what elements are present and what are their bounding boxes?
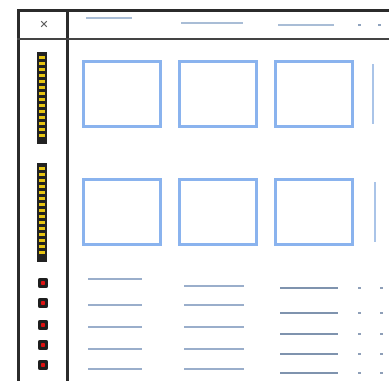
header-dot (378, 24, 381, 26)
strip-cell (39, 122, 45, 125)
header-column-1[interactable] (86, 17, 132, 19)
strip-cell (39, 185, 45, 188)
frame-top-border (17, 9, 389, 12)
list-item-name[interactable] (280, 372, 338, 374)
strip-cell (39, 245, 45, 248)
thumbnail-peek (372, 64, 374, 124)
list-item-name[interactable] (184, 368, 244, 370)
list-item-name[interactable] (184, 304, 244, 306)
indicator-light (41, 281, 45, 285)
strip-cell (39, 134, 45, 137)
strip-cell (39, 233, 45, 236)
list-item-name[interactable] (184, 348, 244, 350)
close-icon[interactable]: ✕ (37, 19, 51, 31)
list-item-name[interactable] (280, 312, 338, 314)
list-item-name[interactable] (184, 326, 244, 328)
header-column-2[interactable] (181, 22, 243, 24)
strip-cell (39, 203, 45, 206)
sidebar-control-2[interactable] (38, 298, 48, 308)
strip-cell (39, 128, 45, 131)
list-item-name[interactable] (88, 304, 142, 306)
list-item-name[interactable] (280, 287, 338, 289)
strip-cell (39, 86, 45, 89)
strip-cell (39, 179, 45, 182)
strip-cell (39, 227, 45, 230)
thumbnail[interactable] (274, 60, 354, 128)
strip-cell (39, 56, 45, 59)
strip-cell (39, 197, 45, 200)
strip-cell (39, 167, 45, 170)
header-dot (358, 24, 361, 26)
strip-cell (39, 209, 45, 212)
frame-left-border (17, 9, 20, 381)
thumbnail[interactable] (178, 60, 258, 128)
strip-cell (39, 191, 45, 194)
list-item-name[interactable] (88, 368, 142, 370)
list-item-name[interactable] (88, 326, 142, 328)
thumbnail[interactable] (178, 178, 258, 246)
list-item-dot (380, 333, 383, 335)
strip-cell (39, 173, 45, 176)
sidebar-control-4[interactable] (38, 340, 48, 350)
list-item-dot (358, 312, 361, 314)
sidebar-control-3[interactable] (38, 320, 48, 330)
list-item-name[interactable] (280, 353, 338, 355)
list-item-name[interactable] (88, 348, 142, 350)
list-item-dot (380, 372, 383, 374)
strip-cell (39, 74, 45, 77)
list-item-dot (358, 287, 361, 289)
strip-cell (39, 110, 45, 113)
header-divider (17, 38, 389, 40)
thumbnail[interactable] (82, 178, 162, 246)
list-item-dot (380, 353, 383, 355)
list-item-dot (380, 312, 383, 314)
strip-cell (39, 116, 45, 119)
list-item-name[interactable] (280, 333, 338, 335)
strip-cell (39, 251, 45, 254)
list-item-dot (358, 333, 361, 335)
strip-cell (39, 215, 45, 218)
thumbnail-peek (374, 182, 376, 242)
strip-cell (39, 98, 45, 101)
list-item-dot (380, 287, 383, 289)
indicator-light (41, 363, 45, 367)
indicator-light (41, 323, 45, 327)
strip-cell (39, 104, 45, 107)
indicator-light (41, 343, 45, 347)
list-item-name[interactable] (88, 278, 142, 280)
sidebar-strip-top[interactable] (37, 52, 47, 144)
header-column-3[interactable] (278, 24, 334, 26)
list-item-name[interactable] (184, 285, 244, 287)
thumbnail[interactable] (82, 60, 162, 128)
list-item-dot (358, 353, 361, 355)
sidebar-control-1[interactable] (38, 278, 48, 288)
indicator-light (41, 301, 45, 305)
list-item-dot (358, 372, 361, 374)
sidebar-divider (66, 9, 69, 381)
strip-cell (39, 239, 45, 242)
strip-cell (39, 62, 45, 65)
strip-cell (39, 221, 45, 224)
strip-cell (39, 80, 45, 83)
sidebar-strip-bottom[interactable] (37, 163, 47, 262)
strip-cell (39, 68, 45, 71)
sidebar-control-5[interactable] (38, 360, 48, 370)
strip-cell (39, 92, 45, 95)
thumbnail[interactable] (274, 178, 354, 246)
